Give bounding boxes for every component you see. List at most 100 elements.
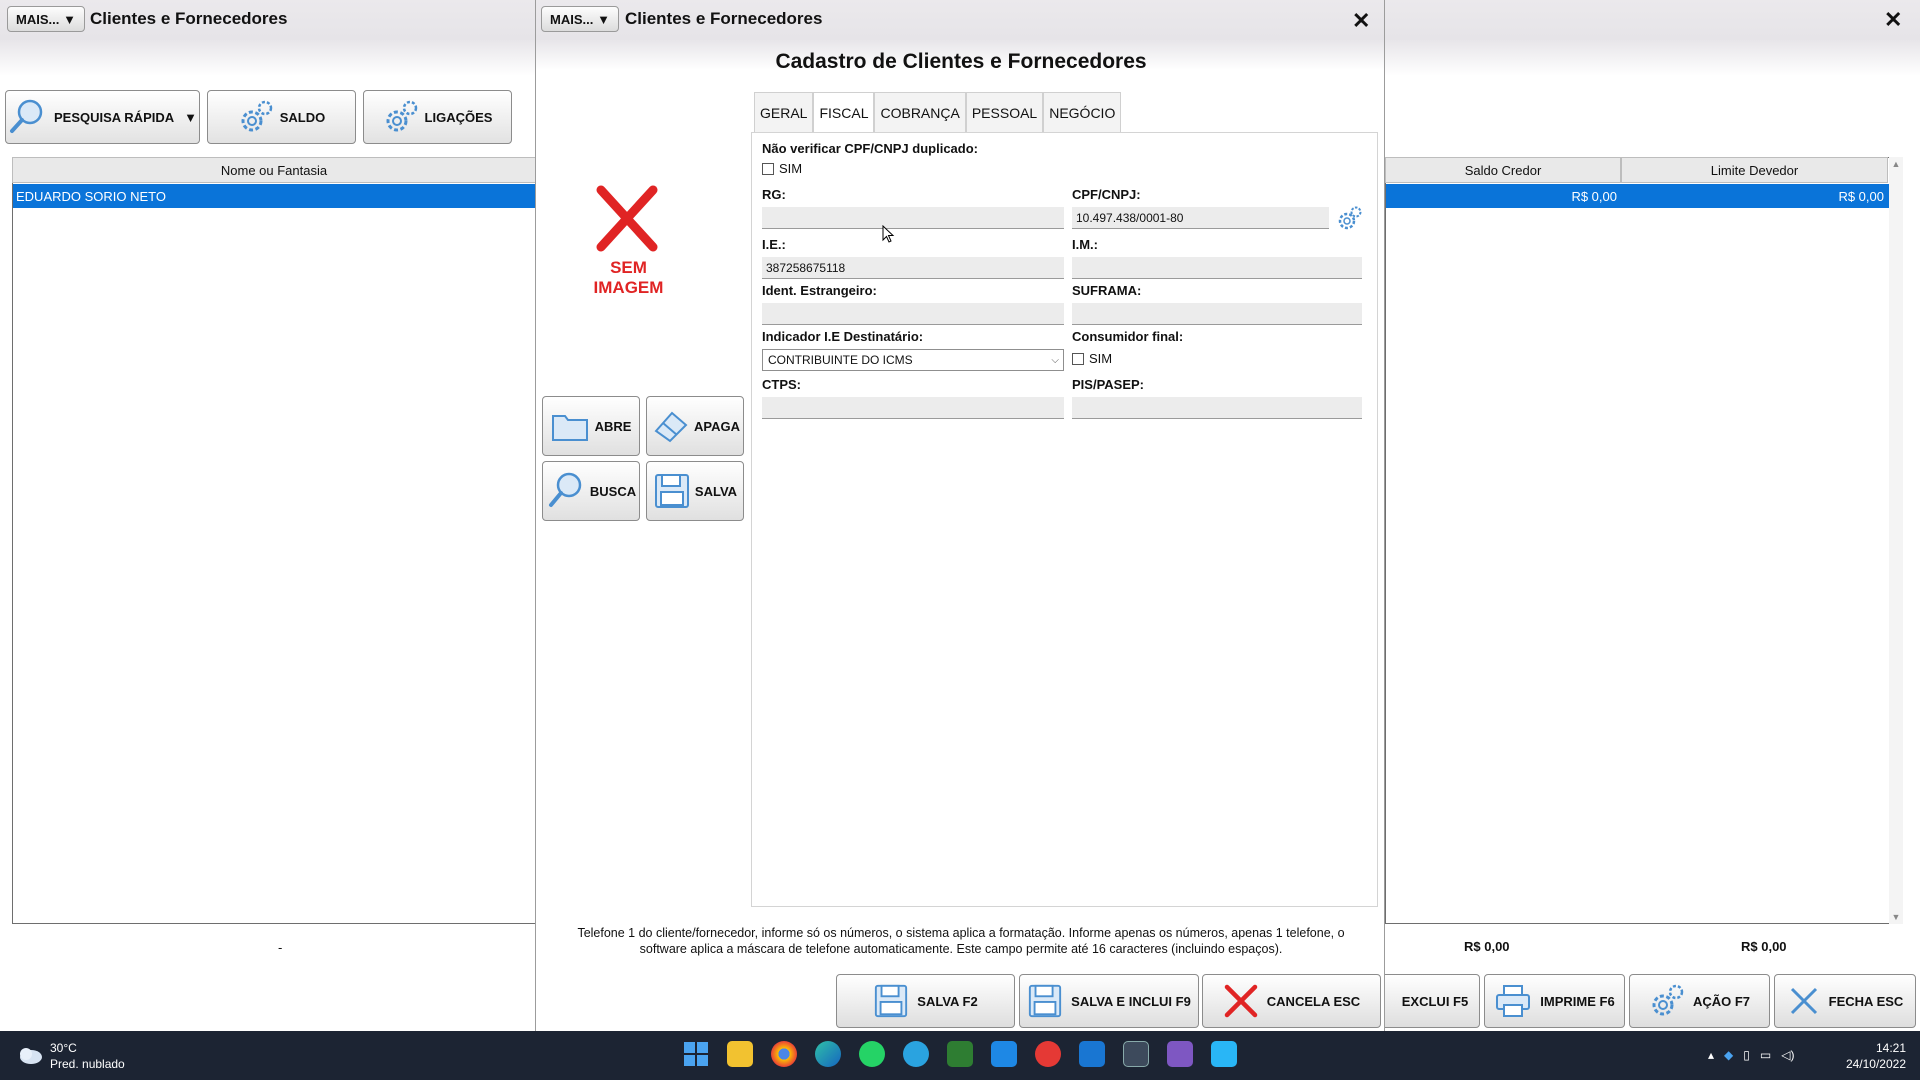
salva-e-inclui-label: SALVA E INCLUI F9: [1071, 993, 1191, 1009]
suframa-field[interactable]: [1072, 303, 1362, 325]
busca-button[interactable]: BUSCA: [542, 461, 640, 521]
tab-bar: GERAL FISCAL COBRANÇA PESSOAL NEGÓCIO: [754, 92, 1122, 133]
column-header-saldo-credor[interactable]: Saldo Credor: [1385, 157, 1621, 183]
scroll-down-icon[interactable]: ▼: [1889, 912, 1903, 922]
cpf-cnpj-field[interactable]: 10.497.438/0001-80: [1072, 207, 1329, 229]
im-field[interactable]: [1072, 257, 1362, 279]
cancela-button[interactable]: CANCELA ESC: [1202, 974, 1381, 1028]
printer-icon: [1496, 985, 1531, 1017]
close-icon[interactable]: ✕: [1884, 9, 1902, 31]
mais-menu-button[interactable]: MAIS... ▼: [541, 6, 619, 32]
tab-pessoal[interactable]: PESSOAL: [965, 92, 1044, 132]
file-explorer-icon[interactable]: [727, 1041, 753, 1067]
window-title: Clientes e Fornecedores: [90, 9, 288, 28]
table-row[interactable]: EDUARDO SORIO NETO: [13, 184, 535, 208]
scroll-up-icon[interactable]: ▲: [1889, 159, 1903, 169]
ctps-field[interactable]: [762, 397, 1064, 419]
salva-side-label: SALVA: [694, 483, 738, 499]
telegram-icon[interactable]: [903, 1041, 929, 1067]
nao-verificar-label: Não verificar CPF/CNPJ duplicado:: [762, 141, 978, 156]
abre-button[interactable]: ABRE: [542, 396, 640, 456]
apaga-button[interactable]: APAGA: [646, 396, 744, 456]
taskbar-apps: [683, 1041, 1237, 1067]
dialog-heading: Cadastro de Clientes e Fornecedores: [775, 50, 1147, 73]
gear-icon[interactable]: [1337, 205, 1363, 231]
fiscal-panel: Não verificar CPF/CNPJ duplicado: SIM RG…: [751, 132, 1378, 907]
rg-field[interactable]: [762, 207, 1064, 229]
chrome-icon[interactable]: [771, 1041, 797, 1067]
column-header-nome[interactable]: Nome ou Fantasia: [12, 157, 536, 183]
indicador-ie-select[interactable]: CONTRIBUINTE DO ICMS ⌵: [762, 349, 1064, 371]
ligacoes-button[interactable]: LIGAÇÕES: [363, 90, 512, 144]
floppy-disk-icon: [654, 474, 689, 508]
ie-field[interactable]: 387258675118: [762, 257, 1064, 279]
tab-geral[interactable]: GERAL: [754, 92, 814, 132]
clock-time[interactable]: 14:21: [1854, 1041, 1906, 1055]
erp-app-icon[interactable]: [1123, 1041, 1149, 1067]
imprime-button[interactable]: IMPRIME F6: [1484, 974, 1625, 1028]
column-header-limite-devedor[interactable]: Limite Devedor: [1621, 157, 1888, 183]
help-text-line-1: Telefone 1 do cliente/fornecedor, inform…: [577, 926, 1345, 940]
notepad-icon[interactable]: [1079, 1041, 1105, 1067]
search-icon: [548, 472, 582, 507]
cell-nome: EDUARDO SORIO NETO: [16, 188, 167, 204]
gear-icon: [386, 100, 417, 132]
pis-pasep-field[interactable]: [1072, 397, 1362, 419]
ident-estrangeiro-field[interactable]: [762, 303, 1064, 325]
pesquisa-rapida-button[interactable]: PESQUISA RÁPIDA ▼: [5, 90, 200, 144]
dropdown-arrow-icon: ▼: [597, 11, 610, 27]
salva-f2-button[interactable]: SALVA F2: [836, 974, 1015, 1028]
close-icon: [1790, 987, 1817, 1015]
exclui-label: EXCLUI F5: [1401, 993, 1469, 1009]
system-tray: ▴ ◆ ▯ ▭ ◁): [1708, 1048, 1794, 1062]
tab-fiscal[interactable]: FISCAL: [813, 92, 875, 133]
nao-verificar-checkbox[interactable]: [762, 163, 774, 175]
app-icon[interactable]: [1167, 1041, 1193, 1067]
im-label: I.M.:: [1072, 237, 1098, 252]
mais-menu-button[interactable]: MAIS... ▼: [7, 6, 85, 32]
table-row[interactable]: R$ 0,00 R$ 0,00: [1386, 184, 1889, 208]
fecha-label: FECHA ESC: [1828, 993, 1904, 1009]
dropdown-arrow-icon: ▼: [184, 109, 198, 125]
whatsapp-icon[interactable]: [859, 1041, 885, 1067]
left-footer: -: [278, 940, 283, 955]
app-icon[interactable]: [1211, 1041, 1237, 1067]
clients-grid[interactable]: [12, 157, 536, 924]
saldo-button[interactable]: SALDO: [207, 90, 356, 144]
windows-start-icon[interactable]: [683, 1041, 709, 1067]
mouse-cursor-icon: [882, 225, 895, 243]
no-image-text-1: SEM: [610, 258, 647, 277]
weather-widget[interactable]: [16, 1044, 44, 1069]
app-icon[interactable]: [991, 1041, 1017, 1067]
vertical-scrollbar[interactable]: ▲ ▼: [1889, 157, 1903, 924]
imprime-label: IMPRIME F6: [1540, 993, 1615, 1009]
spreadsheet-icon[interactable]: [947, 1041, 973, 1067]
salva-side-button[interactable]: SALVA: [646, 461, 744, 521]
tab-negocio[interactable]: NEGÓCIO: [1043, 92, 1122, 132]
tab-cobranca[interactable]: COBRANÇA: [874, 92, 966, 132]
no-image-icon: [596, 185, 658, 252]
floppy-disk-icon: [875, 984, 908, 1018]
fecha-button[interactable]: FECHA ESC: [1774, 974, 1916, 1028]
image-placeholder[interactable]: SEM IMAGEM: [591, 185, 666, 300]
consumidor-final-checkbox[interactable]: [1072, 353, 1084, 365]
edge-icon[interactable]: [815, 1041, 841, 1067]
cpf-cnpj-label: CPF/CNPJ:: [1072, 187, 1141, 202]
close-icon[interactable]: ✕: [1352, 10, 1370, 32]
cell-saldo-credor: R$ 0,00: [1571, 188, 1617, 204]
ident-estrangeiro-label: Ident. Estrangeiro:: [762, 283, 877, 298]
cell-limite-devedor: R$ 0,00: [1838, 188, 1884, 204]
balances-grid[interactable]: [1385, 157, 1891, 924]
consumidor-final-checkbox-label: SIM: [1089, 351, 1113, 366]
usb-icon[interactable]: ▯: [1743, 1048, 1750, 1062]
tray-icon[interactable]: ▴: [1708, 1048, 1714, 1062]
shield-icon[interactable]: ◆: [1724, 1048, 1733, 1062]
clock-date[interactable]: 24/10/2022: [1836, 1057, 1906, 1071]
acao-button[interactable]: AÇÃO F7: [1629, 974, 1770, 1028]
app-icon[interactable]: [1035, 1041, 1061, 1067]
salva-e-inclui-button[interactable]: SALVA E INCLUI F9: [1019, 974, 1199, 1028]
pesquisa-label: PESQUISA RÁPIDA: [53, 109, 175, 125]
network-icon[interactable]: ▭: [1760, 1048, 1771, 1062]
salva-f2-label: SALVA F2: [917, 993, 978, 1009]
volume-icon[interactable]: ◁): [1781, 1048, 1794, 1062]
